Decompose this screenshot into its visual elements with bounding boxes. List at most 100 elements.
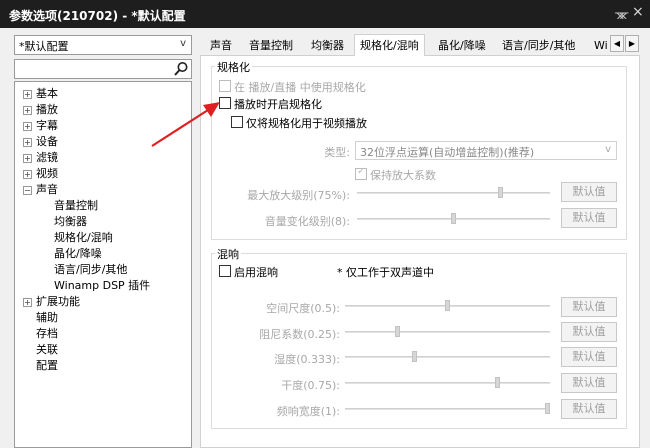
tab-normalize-reverb[interactable]: 规格化/混响 (354, 34, 425, 57)
volume-change-default-button[interactable]: 默认值 (561, 208, 617, 228)
annotation-arrow-icon (151, 102, 220, 147)
room-size-default-button[interactable]: 默认值 (561, 297, 617, 317)
tree-item-assist[interactable]: 辅助 (36, 310, 58, 326)
tree-item-crystal-denoise[interactable]: 晶化/降噪 (54, 246, 102, 262)
preset-value: *默认配置 (19, 40, 69, 53)
normalize-type-label: 类型: (324, 146, 350, 159)
slider-thumb[interactable] (495, 377, 500, 388)
tree-item-config[interactable]: 配置 (36, 358, 58, 374)
chevron-down-icon: v (180, 38, 186, 49)
tree-item-filters[interactable]: + 滤镜 (23, 150, 58, 166)
max-gain-label: 最大放大级别(75%): (247, 189, 350, 202)
normalize-group-title: 规格化 (215, 59, 252, 75)
width-label: 频响宽度(1): (276, 405, 340, 418)
tree-item-label: 播放 (36, 103, 58, 116)
damping-slider[interactable] (345, 325, 550, 339)
tree-item-basic[interactable]: + 基本 (23, 86, 58, 102)
window-title: 参数选项(210702) - *默认配置 (9, 9, 186, 23)
tree-item-extensions[interactable]: + 扩展功能 (23, 294, 80, 310)
slider-track (357, 192, 550, 194)
reverb-group-title: 混响 (215, 246, 241, 262)
search-icon[interactable] (173, 61, 189, 77)
preset-dropdown[interactable]: *默认配置 v (14, 35, 192, 55)
tree-item-equalizer[interactable]: 均衡器 (54, 214, 87, 230)
wet-level-slider[interactable] (345, 350, 550, 364)
tree-item-language-sync[interactable]: 语言/同步/其他 (54, 262, 127, 278)
slider-thumb[interactable] (412, 351, 417, 362)
tab-scroll-left-icon[interactable]: ◀ (610, 35, 624, 52)
expand-icon[interactable]: + (23, 170, 32, 179)
tab-equalizer[interactable]: 均衡器 (305, 36, 350, 56)
dry-level-slider[interactable] (345, 376, 550, 390)
expand-icon[interactable]: + (23, 122, 32, 131)
damping-default-button[interactable]: 默认值 (561, 322, 617, 342)
slider-track (345, 331, 550, 333)
expand-icon[interactable]: + (23, 106, 32, 115)
tree-item-volume-control[interactable]: 音量控制 (54, 198, 98, 214)
tree-item-label: 声音 (36, 183, 58, 196)
room-size-label: 空间尺度(0.5): (266, 302, 340, 315)
pin-icon[interactable]: ᚘ (615, 6, 628, 19)
video-only-normalize-label: 仅将规格化用于视频播放 (246, 117, 367, 130)
tree-item-normalize-reverb[interactable]: 规格化/混响 (54, 230, 113, 246)
title-bar: 参数选项(210702) - *默认配置 ᚘ × (0, 0, 650, 28)
close-icon[interactable]: × (632, 4, 644, 20)
tab-audio[interactable]: 声音 (204, 36, 238, 56)
slider-thumb[interactable] (451, 213, 456, 224)
slider-track (345, 408, 550, 410)
tree-item-audio[interactable]: − 声音 (23, 182, 58, 198)
tree-item-archive[interactable]: 存档 (36, 326, 58, 342)
tree-item-associations[interactable]: 关联 (36, 342, 58, 358)
live-normalize-checkbox[interactable] (219, 80, 231, 92)
enable-reverb-checkbox[interactable] (219, 265, 231, 277)
expand-icon[interactable]: + (23, 298, 32, 307)
volume-change-slider[interactable] (357, 212, 550, 226)
video-only-normalize-checkbox[interactable] (231, 116, 243, 128)
search-input[interactable] (14, 59, 192, 79)
tree-item-label: 设备 (36, 135, 58, 148)
dry-level-label: 干度(0.75): (281, 379, 340, 392)
tab-crystal-denoise[interactable]: 晶化/降噪 (432, 36, 492, 56)
expand-icon[interactable]: + (23, 154, 32, 163)
enable-normalize-label: 播放时开启规格化 (234, 98, 322, 111)
max-gain-slider[interactable] (357, 186, 550, 200)
tree-item-winamp-dsp[interactable]: Winamp DSP 插件 (54, 278, 150, 294)
tab-bar: 声音 音量控制 均衡器 规格化/混响 晶化/降噪 语言/同步/其他 Wi (200, 34, 640, 57)
tree-item-devices[interactable]: + 设备 (23, 134, 58, 150)
keep-gain-checkbox[interactable] (355, 166, 367, 180)
tree-item-video[interactable]: + 视频 (23, 166, 58, 182)
tree-item-label: 扩展功能 (36, 295, 80, 308)
tab-language-sync[interactable]: 语言/同步/其他 (496, 36, 581, 56)
live-normalize-label: 在 播放/直播 中使用规格化 (234, 81, 366, 94)
slider-track (345, 356, 550, 358)
collapse-icon[interactable]: − (23, 186, 32, 195)
slider-track (345, 382, 550, 384)
wet-level-label: 湿度(0.333): (274, 353, 340, 366)
slider-thumb[interactable] (545, 403, 550, 414)
enable-reverb-label: 启用混响 (234, 266, 278, 279)
max-gain-default-button[interactable]: 默认值 (561, 182, 617, 202)
tree-item-subtitles[interactable]: + 字幕 (23, 118, 58, 134)
damping-label: 阻尼系数(0.25): (259, 328, 340, 341)
wet-level-default-button[interactable]: 默认值 (561, 347, 617, 367)
tree-item-label: 滤镜 (36, 151, 58, 164)
room-size-slider[interactable] (345, 299, 550, 313)
stereo-only-note: * 仅工作于双声道中 (337, 266, 434, 279)
chevron-down-icon: v (605, 144, 611, 155)
tab-volume-control[interactable]: 音量控制 (243, 36, 299, 56)
tree-item-label: 视频 (36, 167, 58, 180)
slider-thumb[interactable] (498, 187, 503, 198)
expand-icon[interactable]: + (23, 90, 32, 99)
tree-item-label: 字幕 (36, 119, 58, 132)
volume-change-label: 音量变化级别(8): (264, 215, 350, 228)
slider-thumb[interactable] (445, 300, 450, 311)
keep-gain-label: 保持放大系数 (370, 169, 436, 182)
width-default-button[interactable]: 默认值 (561, 399, 617, 419)
tree-item-playback[interactable]: + 播放 (23, 102, 58, 118)
expand-icon[interactable]: + (23, 138, 32, 147)
width-slider[interactable] (345, 402, 550, 416)
slider-thumb[interactable] (395, 326, 400, 337)
normalize-type-dropdown[interactable]: 32位浮点运算(自动增益控制)(推荐) v (355, 141, 617, 160)
tab-scroll-right-icon[interactable]: ▶ (625, 35, 639, 52)
dry-level-default-button[interactable]: 默认值 (561, 373, 617, 393)
